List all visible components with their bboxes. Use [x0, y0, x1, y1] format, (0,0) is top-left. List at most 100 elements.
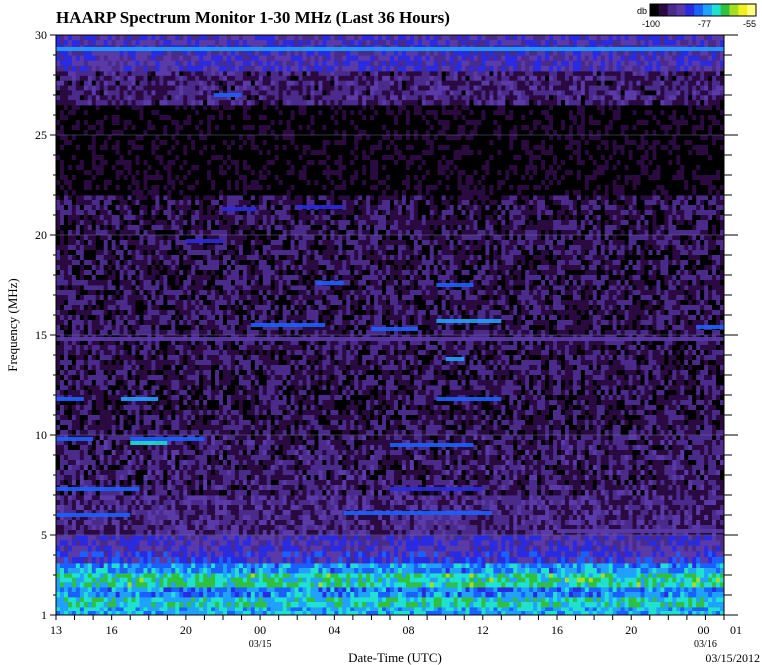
- spectrogram-cell: [283, 495, 287, 500]
- spectrogram-cell: [390, 597, 394, 602]
- spectrogram-cell: [354, 557, 358, 563]
- spectrogram-cell: [609, 578, 613, 583]
- spectrogram-cell: [303, 445, 307, 450]
- spectrogram-cell: [171, 592, 175, 597]
- spectrogram-cell: [275, 450, 279, 455]
- spectrogram-cell: [231, 445, 235, 450]
- spectrogram-cell: [641, 500, 645, 505]
- spectrogram-cell: [577, 505, 581, 510]
- spectrogram-cell: [605, 500, 609, 505]
- spectrogram-cell: [390, 435, 394, 440]
- spectrogram-cell: [116, 535, 120, 541]
- spectrogram-cell: [116, 520, 120, 525]
- spectrogram-cell: [521, 525, 525, 530]
- spectrogram-cell: [318, 520, 322, 525]
- spectrogram-cell: [60, 495, 64, 500]
- spectrogram-cell: [593, 455, 597, 460]
- spectrogram-cell: [307, 578, 311, 583]
- spectrogram-cell: [438, 525, 442, 530]
- spectrogram-cell: [219, 563, 223, 568]
- spectrogram-cell: [581, 455, 585, 460]
- spectrogram-cell: [227, 597, 231, 602]
- spectrogram-cell: [529, 435, 533, 440]
- spectrogram-cell: [84, 587, 88, 592]
- spectrogram-cell: [84, 557, 88, 563]
- spectrogram-cell: [668, 445, 672, 450]
- spectrogram-cell: [132, 582, 136, 587]
- spectrogram-cell: [199, 515, 203, 520]
- spectrogram-cell: [330, 582, 334, 587]
- spectrogram-cell: [370, 578, 374, 583]
- spectrogram-cell: [235, 500, 239, 505]
- spectrogram-cell: [295, 563, 299, 568]
- spectrogram-cell: [259, 435, 263, 440]
- spectrogram-cell: [589, 602, 593, 607]
- spectrogram-cell: [382, 597, 386, 602]
- spectrogram-cell: [517, 500, 521, 505]
- spectrogram-cell: [255, 540, 259, 546]
- spectrogram-cell: [394, 515, 398, 520]
- spectrogram-cell: [450, 525, 454, 530]
- spectrogram-cell: [676, 435, 680, 440]
- spectrogram-cell: [374, 530, 378, 535]
- spectrogram-cell: [712, 520, 716, 525]
- spectrogram-cell: [402, 530, 406, 535]
- spectrogram-cell: [346, 535, 350, 541]
- spectrogram-cell: [537, 445, 541, 450]
- spectrogram-cell: [72, 602, 76, 607]
- spectrogram-cell: [525, 597, 529, 602]
- spectrogram-cell: [509, 500, 513, 505]
- spectrogram-cell: [485, 592, 489, 597]
- spectrogram-cell: [668, 563, 672, 568]
- spectrogram-cell: [414, 535, 418, 541]
- spectrogram-cell: [668, 510, 672, 515]
- spectrogram-cell: [537, 530, 541, 535]
- spectrogram-cell: [147, 557, 151, 563]
- spectrogram-cell: [199, 563, 203, 568]
- spectrogram-cell: [569, 450, 573, 455]
- spectrogram-cell: [104, 602, 108, 607]
- spectrogram-cell: [513, 540, 517, 546]
- spectrogram-cell: [219, 460, 223, 465]
- spectrogram-cell: [80, 592, 84, 597]
- spectrogram-cell: [680, 535, 684, 541]
- spectrogram-cell: [641, 602, 645, 607]
- spectrogram-cell: [442, 607, 446, 611]
- spectrogram-cell: [704, 500, 708, 505]
- spectrogram-cell: [704, 440, 708, 445]
- spectrogram-cell: [179, 515, 183, 520]
- spectrogram-cell: [370, 568, 374, 573]
- spectrogram-cell: [342, 445, 346, 450]
- spectrogram-cell: [569, 546, 573, 552]
- spectrogram-cell: [656, 551, 660, 557]
- spectrogram-cell: [366, 582, 370, 587]
- spectrogram-cell: [326, 500, 330, 505]
- spectrogram-cell: [382, 578, 386, 583]
- spectrogram-cell: [362, 530, 366, 535]
- spectrogram-cell: [207, 597, 211, 602]
- spectrogram-cell: [267, 563, 271, 568]
- spectrogram-cell: [76, 582, 80, 587]
- spectrogram-cell: [155, 568, 159, 573]
- spectrogram-cell: [80, 520, 84, 525]
- spectrogram-cell: [187, 602, 191, 607]
- spectrogram-cell: [235, 455, 239, 460]
- spectrogram-cell: [147, 568, 151, 573]
- spectrogram-cell: [378, 557, 382, 563]
- spectrogram-cell: [267, 505, 271, 510]
- spectrogram-cell: [637, 568, 641, 573]
- spectrogram-cell: [521, 592, 525, 597]
- spectrogram-cell: [132, 515, 136, 520]
- spectrogram-cell: [239, 515, 243, 520]
- spectrogram-cell: [263, 568, 267, 573]
- spectrogram-cell: [163, 592, 167, 597]
- spectrogram-cell: [656, 546, 660, 552]
- spectrogram-cell: [493, 557, 497, 563]
- spectrogram-cell: [358, 450, 362, 455]
- spectrogram-cell: [291, 546, 295, 552]
- spectrogram-cell: [438, 515, 442, 520]
- spectrogram-cell: [497, 530, 501, 535]
- spectrogram-cell: [418, 607, 422, 611]
- spectrogram-cell: [378, 546, 382, 552]
- spectrogram-cell: [155, 460, 159, 465]
